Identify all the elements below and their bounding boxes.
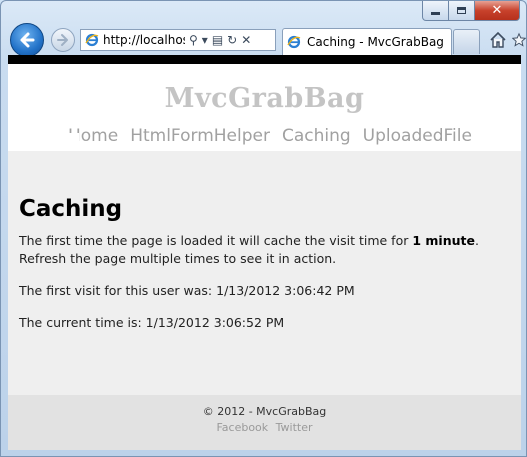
minimize-icon — [431, 12, 440, 15]
favorites-star-icon[interactable] — [512, 31, 526, 49]
address-text[interactable]: http://localhost — [103, 33, 185, 47]
facebook-link[interactable]: Facebook — [216, 421, 268, 434]
tab-title: Caching - MvcGrabBag — [307, 35, 444, 49]
intro-duration: 1 minute — [412, 232, 475, 248]
maximize-icon — [457, 7, 466, 14]
ie-page-icon — [85, 33, 99, 47]
first-visit-text: The first visit for this user was: 1/13/… — [19, 282, 355, 298]
back-arrow-icon — [20, 32, 35, 48]
stop-icon[interactable]: ✕ — [241, 34, 251, 46]
window-controls: ✕ — [422, 1, 520, 21]
forward-arrow-icon — [57, 34, 68, 46]
copyright-text: © 2012 - MvcGrabBag — [202, 405, 327, 418]
menu-link-htmlformhelper[interactable]: HtmlFormHelper — [130, 126, 270, 146]
page-viewport: MvcGrabBag Home HtmlFormHelper Caching U… — [8, 55, 521, 450]
menu-link-caching[interactable]: Caching — [282, 126, 351, 146]
search-icon[interactable]: ⚲ — [189, 34, 198, 46]
new-tab-button[interactable] — [453, 29, 480, 54]
dropdown-icon[interactable]: ▾ — [202, 34, 208, 46]
forward-button[interactable] — [51, 28, 75, 52]
ie-tab-icon — [287, 35, 301, 49]
main-content: Caching The first time the page is loade… — [8, 151, 521, 395]
site-title: MvcGrabBag — [164, 83, 365, 114]
page-title: Caching — [19, 196, 123, 222]
site-top-bar — [8, 55, 521, 64]
refresh-icon[interactable]: ↻ — [227, 34, 237, 46]
minimize-button[interactable] — [422, 1, 449, 21]
intro-paragraph: The first time the page is loaded it wil… — [19, 232, 510, 268]
site-footer: © 2012 - MvcGrabBag Facebook Twitter — [8, 395, 521, 450]
tab-caching[interactable]: Caching - MvcGrabBag — [282, 28, 452, 55]
maximize-button[interactable] — [449, 1, 475, 21]
intro-text-start: The first time the page is loaded it wil… — [19, 232, 413, 248]
compatibility-view-icon[interactable]: ▤ — [212, 34, 223, 46]
browser-window: ✕ http://localhost ⚲ ▾ ▤ ↻ ✕ Caching - M… — [0, 0, 527, 457]
close-button[interactable]: ✕ — [475, 1, 520, 21]
back-button[interactable] — [10, 23, 44, 57]
site-menu: Home HtmlFormHelper Caching UploadedFile — [68, 126, 472, 146]
twitter-link[interactable]: Twitter — [276, 421, 313, 434]
current-time-text: The current time is: 1/13/2012 3:06:52 P… — [19, 314, 285, 330]
footer-links: Facebook Twitter — [8, 421, 521, 434]
site-header: MvcGrabBag Home HtmlFormHelper Caching U… — [8, 64, 521, 184]
menu-link-uploadedfile[interactable]: UploadedFile — [363, 126, 472, 146]
home-icon[interactable] — [489, 31, 507, 49]
address-bar[interactable]: http://localhost ⚲ ▾ ▤ ↻ ✕ — [80, 29, 276, 51]
close-icon: ✕ — [491, 3, 503, 18]
